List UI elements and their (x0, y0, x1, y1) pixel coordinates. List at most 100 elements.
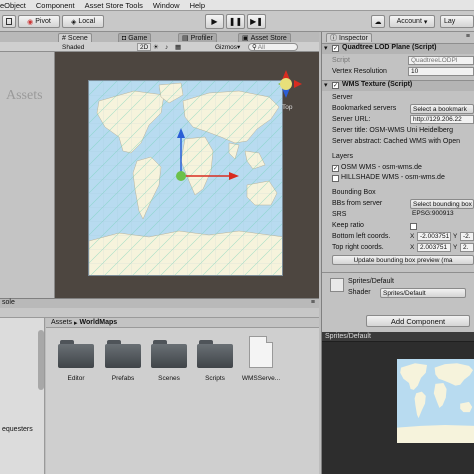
server-url-input[interactable]: http://129.206.22 (410, 115, 474, 124)
effects-icon: ▦ (175, 44, 182, 51)
panel-menu-icon[interactable]: ≡ (311, 299, 315, 306)
toggle-2d-label: 2D (140, 43, 149, 51)
inspector-panel: ⓘ Inspector ≡ ▾ ✓ Quadtree LOD Plane (Scr… (321, 32, 474, 332)
wms-enabled-checkbox[interactable]: ✓ (332, 82, 339, 89)
add-component-button[interactable]: Add Component (366, 315, 470, 327)
foldout-arrow-icon[interactable]: ▾ (324, 81, 328, 89)
folder-prefabs-label: Prefabs (111, 375, 135, 382)
bbs-from-server-label: BBs from server (332, 200, 383, 207)
chevron-down-icon: ▾ (237, 44, 241, 51)
gizmos-dropdown[interactable]: Gizmos ▾ (215, 43, 241, 52)
top-right-x-label: X (410, 244, 415, 251)
layers-dropdown[interactable]: Lay (440, 15, 474, 28)
transform-gizmo[interactable] (93, 128, 243, 188)
top-right-x-input[interactable]: 2.003751 (417, 243, 451, 252)
foldout-arrow-icon[interactable]: ▾ (324, 44, 328, 52)
script-label: Script (332, 57, 350, 64)
bottom-left-x-input[interactable]: -2.003751 (417, 232, 451, 241)
keep-ratio-label: Keep ratio (332, 222, 364, 229)
light-toggle[interactable]: ☀ (153, 43, 159, 51)
layer-hillshade-checkbox[interactable] (332, 175, 339, 182)
server-abstract-text: Server abstract: Cached WMS with Open (332, 138, 460, 145)
bounding-box-header: Bounding Box (332, 189, 376, 196)
folder-scenes[interactable] (151, 340, 187, 368)
keep-ratio-checkbox[interactable] (410, 223, 417, 230)
bounding-box-dropdown[interactable]: Select bounding box (410, 199, 474, 209)
account-label: Account (396, 18, 422, 25)
local-label: Local (78, 18, 96, 25)
hierarchy-panel-edge: Assets (0, 52, 55, 298)
folder-body (151, 344, 187, 368)
layer-osm-checkbox[interactable]: ✓ (332, 165, 339, 172)
project-tab-bar: sole ≡ (0, 298, 319, 308)
wmsserver-file[interactable] (249, 336, 273, 368)
layers-label: Lay (444, 18, 456, 25)
tab-game-label: Game (128, 34, 148, 42)
effects-toggle[interactable]: ▦ (175, 43, 181, 51)
tab-profiler[interactable]: ▤ Profiler (178, 33, 217, 42)
local-toggle[interactable]: ◈ Local (62, 15, 104, 28)
shading-label: Shaded (62, 43, 85, 51)
search-icon: ⚲ (252, 44, 257, 51)
breadcrumb-assets[interactable]: Assets (51, 319, 72, 326)
folder-editor[interactable] (58, 340, 94, 368)
pause-button[interactable]: ❚❚ (226, 14, 245, 29)
profiler-icon: ▤ (182, 35, 189, 42)
play-button[interactable]: ▶ (205, 14, 224, 29)
tab-inspector-label: Inspector (339, 34, 368, 42)
divider (322, 272, 474, 273)
vertex-resolution-input[interactable]: 10 (408, 67, 474, 76)
tab-inspector[interactable]: ⓘ Inspector (326, 33, 372, 42)
lock-icon[interactable]: ≡ (466, 33, 470, 40)
menu-help[interactable]: Help (190, 1, 205, 10)
server-title-text: Server title: OSM-WMS Uni Heidelberg (332, 127, 453, 134)
quadtree-title: Quadtree LOD Plane (Script) (342, 44, 437, 51)
shader-dropdown[interactable]: Sprites/Default (380, 288, 466, 298)
tree-scrollbar[interactable] (38, 330, 44, 390)
folder-prefabs[interactable] (105, 340, 141, 368)
folder-editor-label: Editor (67, 375, 85, 382)
menu-component[interactable]: Component (36, 1, 75, 10)
menu-window[interactable]: Window (153, 1, 180, 10)
bookmark-dropdown[interactable]: Select a bookmark (410, 104, 474, 114)
chevron-down-icon: ▾ (423, 18, 428, 26)
server-header: Server (332, 94, 353, 101)
top-right-y-input[interactable]: 2. (460, 243, 474, 252)
shading-dropdown[interactable]: Shaded (62, 43, 102, 51)
step-icon: ▶❚ (250, 17, 263, 26)
folder-scripts[interactable] (197, 340, 233, 368)
menu-asset-store-tools[interactable]: Asset Store Tools (85, 1, 143, 10)
wms-title: WMS Texture (Script) (342, 81, 413, 88)
folder-body (197, 344, 233, 368)
layer-hillshade-label: HILLSHADE WMS - osm-wms.de (341, 174, 445, 181)
orientation-gizmo[interactable]: Top (276, 70, 304, 114)
tab-scene[interactable]: # Scene (58, 33, 92, 42)
light-icon: ☀ (153, 44, 159, 51)
cloud-icon: ☁ (374, 18, 382, 26)
quadtree-enabled-checkbox[interactable]: ✓ (332, 45, 339, 52)
pivot-toggle[interactable]: ◉ Pivot (18, 15, 60, 28)
server-url-label: Server URL: (332, 116, 371, 123)
document-icon (266, 336, 273, 343)
scene-tab-bar: # Scene ◘ Game ▤ Profiler ▣ Asset Store (0, 32, 319, 42)
srs-value: EPSG:900913 (412, 210, 454, 217)
breadcrumb-worldmaps[interactable]: WorldMaps (80, 319, 118, 326)
tab-console-label[interactable]: sole (2, 299, 15, 306)
tab-game[interactable]: ◘ Game (118, 33, 152, 42)
toolbar: ◉ Pivot ◈ Local ▶ ❚❚ ▶❚ ☁ Account ▾ Lay (0, 11, 474, 32)
breadcrumb: Assets ▸ WorldMaps (46, 318, 319, 328)
account-dropdown[interactable]: Account ▾ (389, 15, 435, 28)
folder-tree-item[interactable]: equesters (2, 426, 33, 433)
bottom-left-y-input[interactable]: -2. (460, 232, 474, 241)
update-preview-button[interactable]: Update bounding box preview (ma (332, 255, 474, 265)
cloud-button[interactable]: ☁ (371, 15, 385, 28)
toggle-2d-button[interactable]: 2D (137, 43, 152, 51)
audio-toggle[interactable]: ♪ (165, 43, 168, 51)
step-button[interactable]: ▶❚ (247, 14, 266, 29)
pivot-icon: ◉ (27, 18, 34, 26)
chevron-right-icon: ▸ (74, 319, 78, 327)
menu-gameobject[interactable]: eObject (0, 1, 26, 10)
rect-tool-button[interactable] (2, 15, 16, 28)
scene-search-input[interactable]: ⚲ All (248, 43, 298, 51)
tab-asset-store[interactable]: ▣ Asset Store (238, 33, 291, 42)
